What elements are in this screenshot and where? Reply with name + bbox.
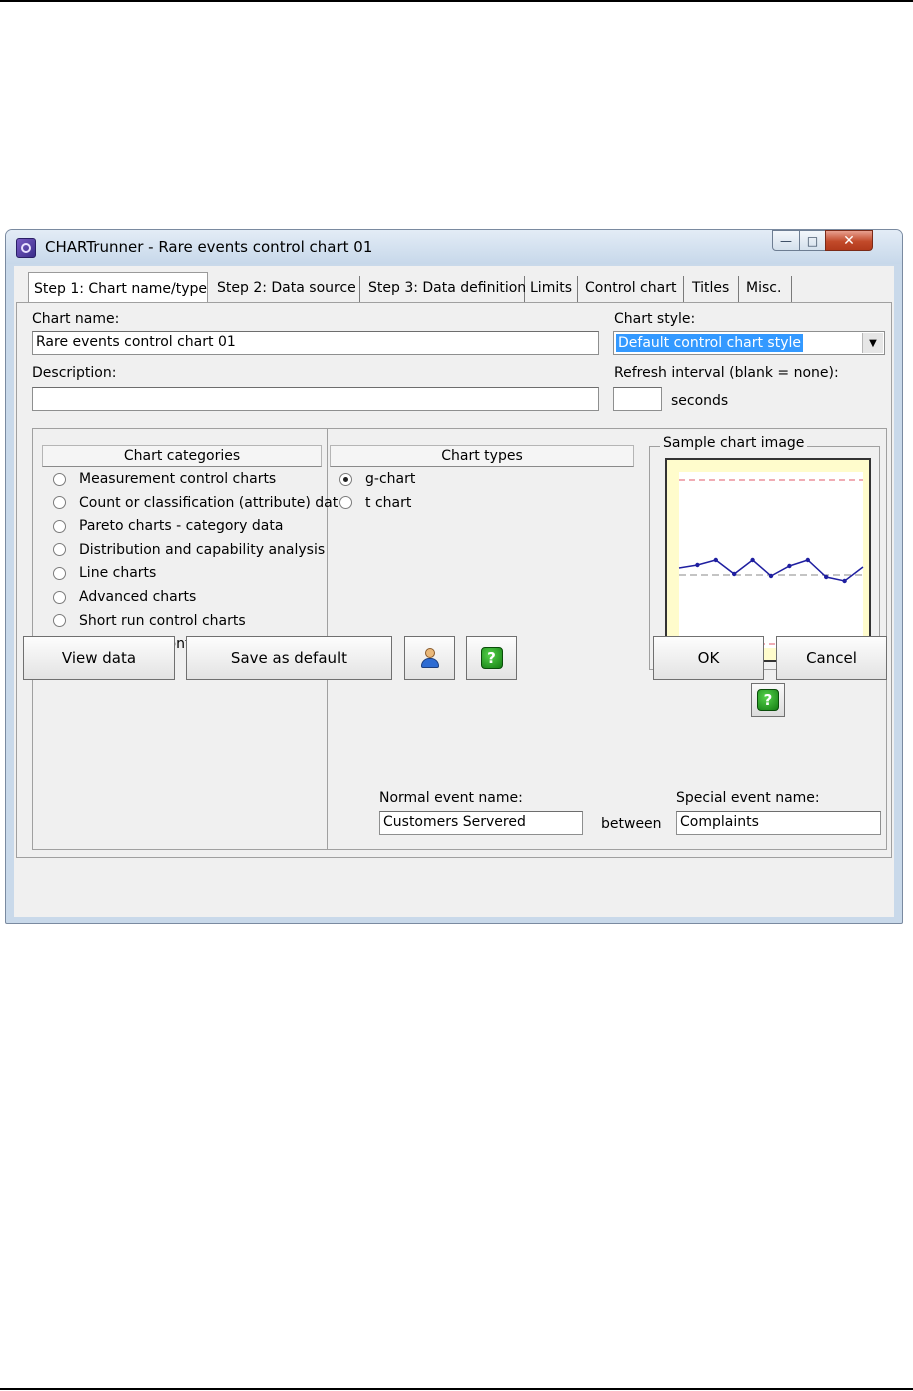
data-point [713,557,718,563]
chart-type-option[interactable]: g-chart [339,468,415,490]
chart-categories-header: Chart categories [42,445,322,467]
data-point [732,571,737,577]
chart-category-option[interactable]: Count or classification (attribute) dat [53,492,338,514]
page-top-rule [0,0,913,2]
refresh-interval-label: Refresh interval (blank = none): [614,365,839,381]
ok-button[interactable]: OK [653,636,764,680]
maximize-icon: □ [806,233,819,248]
sample-plot-area [679,472,863,648]
normal-event-label: Normal event name: [379,790,523,806]
chart-type-radio[interactable] [339,472,352,486]
cancel-button[interactable]: Cancel [776,636,887,680]
chart-category-radio[interactable] [53,519,66,533]
chart-category-option[interactable]: Measurement control charts [53,468,276,490]
chart-category-option-label: Line charts [79,565,157,582]
data-point [787,563,792,569]
chart-style-value: Default control chart style [616,334,803,352]
page-bottom-rule [0,1388,913,1390]
help-icon: ? [757,689,779,711]
chart-category-radio[interactable] [53,472,66,486]
view-data-button[interactable]: View data [23,636,175,680]
chart-category-radio[interactable] [53,614,66,628]
help-icon: ? [480,647,503,669]
chart-category-option-label: Pareto charts - category data [79,518,284,535]
chart-style-select[interactable]: Default control chart style ▼ [613,331,885,355]
chart-type-option-label: t chart [365,494,412,511]
minimize-icon: — [780,233,792,248]
sample-help-button[interactable]: ? [751,683,785,717]
chart-category-option-label: Short run control charts [79,612,246,629]
data-point [805,557,810,563]
tab-step1-chart-name-type[interactable]: Step 1: Chart name/type [28,272,208,302]
description-label: Description: [32,365,117,381]
chart-name-label: Chart name: [32,311,120,327]
save-as-default-button[interactable]: Save as default [186,636,392,680]
user-icon [419,647,441,669]
chart-category-radio[interactable] [53,590,66,604]
chart-category-option-label: Count or classification (attribute) dat [79,494,339,511]
tab-misc[interactable]: Misc. [741,276,792,302]
chart-style-label: Chart style: [614,311,696,327]
save-as-default-label: Save as default [230,649,348,667]
tab-limits[interactable]: Limits [525,276,578,302]
user-button[interactable] [404,636,455,680]
normal-event-input[interactable]: Customers Servered [379,811,583,835]
sample-chart-title: Sample chart image [660,435,808,451]
description-input[interactable] [32,387,599,411]
window-title: CHARTrunner - Rare events control chart … [45,238,373,256]
chart-category-option[interactable]: Pareto charts - category data [53,515,283,537]
data-point [768,573,774,579]
chart-type-radio[interactable] [339,496,352,510]
chart-name-input[interactable]: Rare events control chart 01 [32,331,599,355]
sample-chart-image [665,458,871,662]
chart-type-option-label: g-chart [365,471,416,487]
chart-category-option[interactable]: Short run control charts [53,610,246,632]
ok-label: OK [697,649,720,667]
close-button[interactable]: ✕ [825,230,873,251]
sample-chart-svg [678,472,864,648]
data-point [842,578,847,584]
tab-control-chart[interactable]: Control chart [580,276,684,302]
minimize-button[interactable]: — [772,230,800,251]
chart-category-option[interactable]: Advanced charts [53,586,196,608]
chart-category-option[interactable]: Distribution and capability analysis [53,539,325,561]
chart-types-header: Chart types [330,445,634,467]
cancel-label: Cancel [806,649,857,667]
refresh-interval-input[interactable] [613,387,662,411]
chart-category-radio[interactable] [53,543,66,557]
view-data-label: View data [61,649,137,667]
tab-titles[interactable]: Titles [687,276,739,302]
chart-category-option[interactable]: Line charts [53,562,156,584]
chart-type-option[interactable]: t chart [339,492,411,514]
data-point [824,574,829,580]
special-event-input[interactable]: Complaints [676,811,881,835]
chart-category-option-label: Advanced charts [79,589,197,605]
help-button[interactable]: ? [466,636,517,680]
between-label: between [601,816,662,832]
tab-step2-data-source[interactable]: Step 2: Data source [212,276,360,302]
maximize-button[interactable]: □ [799,230,826,251]
chevron-down-icon[interactable]: ▼ [862,333,883,353]
chart-category-option-label: Distribution and capability analysis [79,541,326,558]
chartrunner-app-icon[interactable] [16,238,36,258]
title-bar[interactable]: CHARTrunner - Rare events control chart … [6,230,902,264]
close-icon: ✕ [843,232,855,249]
data-point [750,557,755,563]
tab-step3-data-definition[interactable]: Step 3: Data definition [363,276,526,302]
refresh-seconds-label: seconds [671,393,729,409]
special-event-label: Special event name: [676,790,820,806]
chart-category-radio[interactable] [53,496,66,510]
chart-category-option-label: Measurement control charts [79,471,277,487]
chart-category-radio[interactable] [53,566,66,580]
data-point [695,562,700,568]
